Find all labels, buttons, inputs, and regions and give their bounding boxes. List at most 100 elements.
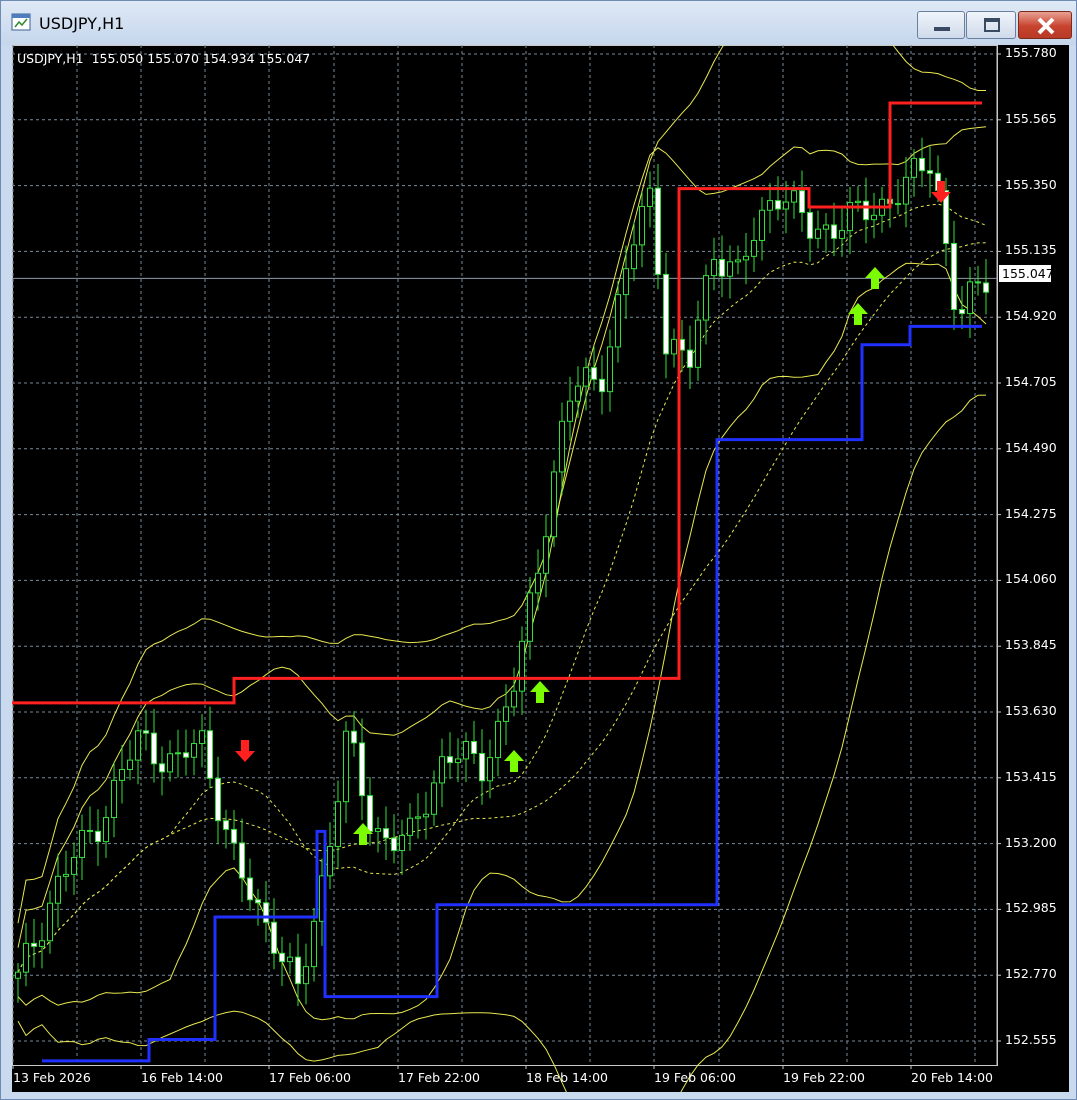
time-axis-label: 18 Feb 14:00	[526, 1070, 609, 1085]
candle-body	[767, 200, 773, 211]
candle-body	[327, 845, 333, 877]
candle-body	[223, 820, 229, 830]
candle-body	[455, 758, 461, 764]
maximize-button[interactable]	[966, 11, 1016, 39]
time-axis-label: 17 Feb 06:00	[269, 1070, 352, 1085]
price-axis-label: 154.060	[1005, 571, 1057, 587]
candle-body	[623, 268, 629, 296]
candle-body	[727, 261, 733, 277]
candle-body	[759, 209, 765, 241]
candle-body	[655, 187, 661, 275]
time-axis-label: 16 Feb 14:00	[141, 1070, 224, 1085]
candle-body	[103, 817, 109, 843]
candle-body	[359, 742, 365, 797]
candle-body	[343, 730, 349, 803]
price-axis-label: 153.415	[1005, 768, 1057, 784]
candle-body	[191, 743, 197, 758]
candle-body	[31, 942, 37, 947]
candle-body	[663, 273, 669, 355]
candle-body	[415, 816, 421, 819]
candle-body	[439, 756, 445, 784]
candle-body	[775, 200, 781, 210]
candle-body	[23, 942, 29, 973]
candle-body	[39, 940, 45, 947]
candle-body	[631, 244, 637, 270]
price-axis-label: 155.350	[1005, 176, 1057, 192]
time-axis-label: 20 Feb 14:00	[911, 1070, 994, 1085]
price-axis-label: 154.920	[1005, 308, 1057, 324]
candle-body	[207, 730, 213, 779]
candle-body	[687, 349, 693, 368]
candle-body	[167, 753, 173, 773]
price-axis-label: 155.565	[1005, 110, 1057, 126]
candle-body	[183, 752, 189, 758]
candle-body	[799, 190, 805, 213]
candle-body	[159, 763, 165, 773]
candle-body	[87, 829, 93, 832]
candle-body	[743, 255, 749, 261]
candle-body	[551, 471, 557, 538]
candle-body	[927, 170, 933, 174]
candle-body	[335, 801, 341, 847]
candle-body	[503, 706, 509, 722]
price-axis-label: 153.845	[1005, 637, 1057, 653]
candle-body	[839, 230, 845, 239]
candle-body	[255, 899, 261, 904]
candle-body	[79, 829, 85, 858]
price-axis-label: 152.985	[1005, 900, 1057, 916]
minimize-icon	[934, 27, 950, 31]
candle-body	[735, 259, 741, 263]
candle-body	[479, 752, 485, 782]
candle-body	[287, 956, 293, 963]
candle-body	[831, 224, 837, 239]
candle-body	[807, 211, 813, 239]
time-axis-label: 19 Feb 22:00	[783, 1070, 866, 1085]
candle-body	[855, 200, 861, 204]
candle-body	[175, 752, 181, 755]
time-axis-label: 17 Feb 22:00	[398, 1070, 481, 1085]
time-axis-label: 13 Feb 2026	[13, 1070, 91, 1085]
candle-body	[711, 258, 717, 277]
price-chart[interactable]: USDJPY,H1 155.050 155.070 154.934 155.04…	[12, 45, 1069, 1092]
price-axis-label: 155.135	[1005, 242, 1057, 258]
candle-body	[143, 730, 149, 734]
candle-body	[215, 777, 221, 822]
symbol-ohlc-label: USDJPY,H1 155.050 155.070 154.934 155.04…	[17, 51, 311, 66]
close-icon	[1037, 17, 1055, 35]
close-button[interactable]	[1018, 11, 1072, 39]
candle-body	[543, 536, 549, 574]
candle-body	[271, 921, 277, 954]
candle-body	[71, 856, 77, 875]
candle-body	[399, 834, 405, 852]
candle-body	[791, 190, 797, 203]
candle-body	[303, 966, 309, 985]
candle-body	[463, 740, 469, 760]
candle-body	[751, 239, 757, 257]
candle-body	[527, 592, 533, 642]
candle-body	[647, 187, 653, 207]
candle-body	[295, 956, 301, 985]
candle-body	[591, 367, 597, 380]
candle-body	[575, 385, 581, 402]
candle-body	[559, 420, 565, 473]
minimize-button[interactable]	[917, 11, 965, 39]
candle-body	[863, 200, 869, 221]
candle-body	[583, 367, 589, 387]
current-price-tag: 155.047	[999, 265, 1054, 282]
candle-body	[871, 214, 877, 221]
candle-body	[599, 378, 605, 393]
price-axis-label: 154.705	[1005, 374, 1057, 389]
price-axis-label: 154.275	[1005, 505, 1057, 521]
price-axis-label: 152.555	[1005, 1032, 1057, 1047]
candle-body	[375, 828, 381, 832]
chart-plot-area[interactable]	[12, 45, 1069, 1092]
title-bar[interactable]: USDJPY,H1	[1, 1, 1076, 45]
candle-body	[535, 572, 541, 594]
time-axis-label: 19 Feb 06:00	[654, 1070, 737, 1085]
candle-body	[487, 757, 493, 782]
candle-body	[199, 730, 205, 745]
candle-body	[311, 920, 317, 968]
candle-body	[247, 877, 253, 901]
candle-body	[407, 817, 413, 836]
candle-body	[639, 205, 645, 246]
